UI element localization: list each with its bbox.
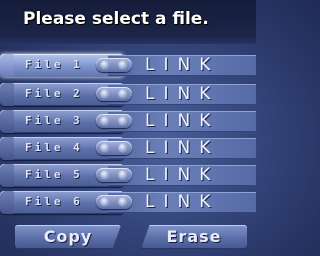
player-name: LINK: [145, 111, 220, 131]
prompt-text: Please select a file.: [23, 9, 209, 29]
file-label: File 3: [25, 114, 83, 127]
connector-icon: [96, 87, 132, 101]
player-name: LINK: [145, 165, 220, 185]
file-tab-edge: [0, 110, 14, 133]
file-label: File 5: [25, 168, 83, 181]
file-label: File 6: [25, 195, 83, 208]
player-name: LINK: [145, 192, 220, 212]
file-slot-3[interactable]: File 3 LINK: [0, 108, 256, 136]
file-slot-4[interactable]: File 4 LINK: [0, 135, 256, 163]
file-label: File 1: [25, 58, 83, 71]
player-name: LINK: [145, 55, 220, 75]
file-slot-1[interactable]: File 1 LINK: [0, 52, 256, 80]
erase-button-label: Erase: [166, 227, 222, 246]
file-tab-edge: [0, 137, 14, 160]
file-label: File 4: [25, 141, 83, 154]
connector-icon: [96, 58, 132, 72]
connector-icon: [96, 141, 132, 155]
file-slot-6[interactable]: File 6 LINK: [0, 189, 256, 217]
player-name: LINK: [145, 84, 220, 104]
file-label: File 2: [25, 87, 83, 100]
file-slot-2[interactable]: File 2 LINK: [0, 81, 256, 109]
copy-button-label: Copy: [43, 227, 93, 246]
connector-icon: [96, 168, 132, 182]
connector-icon: [96, 114, 132, 128]
copy-button[interactable]: Copy: [15, 225, 121, 249]
erase-button[interactable]: Erase: [141, 225, 247, 249]
file-tab-edge: [0, 83, 14, 106]
player-name: LINK: [145, 138, 220, 158]
file-tab-edge: [0, 191, 14, 214]
file-slot-5[interactable]: File 5 LINK: [0, 162, 256, 190]
file-tab-edge: [0, 54, 14, 77]
file-tab-edge: [0, 164, 14, 187]
connector-icon: [96, 195, 132, 209]
